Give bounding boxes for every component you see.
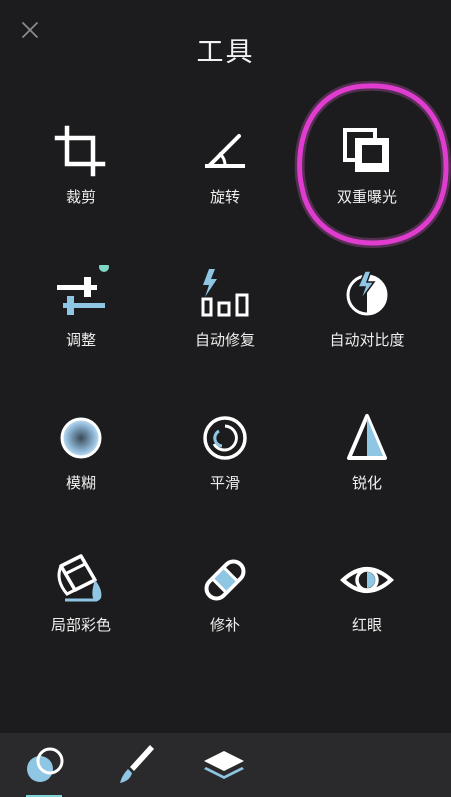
tool-rotate[interactable]: 旋转: [150, 122, 300, 242]
tool-blur[interactable]: 模糊: [6, 408, 156, 528]
tool-label: 平滑: [209, 474, 240, 492]
tool-label: 自动修复: [194, 331, 255, 349]
tools-circles-icon: [27, 747, 64, 782]
tool-label: 双重曝光: [336, 188, 397, 206]
tune-image-icon: [57, 265, 109, 315]
red-eye-icon: [340, 567, 394, 593]
brush-tab[interactable]: [104, 741, 164, 797]
tool-label: 旋转: [209, 188, 240, 206]
tool-red-eye[interactable]: 红眼: [292, 550, 442, 670]
smooth-icon: [203, 416, 247, 460]
tool-label: 裁剪: [65, 188, 96, 206]
tool-auto-contrast[interactable]: 自动对比度: [292, 265, 442, 385]
tool-label: 调整: [65, 331, 96, 349]
layers-icon: [204, 751, 244, 779]
tool-crop[interactable]: 裁剪: [6, 122, 156, 242]
tools-tab[interactable]: [14, 741, 74, 797]
crop-icon: [54, 125, 106, 177]
heal-bandage-icon: [204, 559, 246, 601]
tool-label: 红眼: [351, 616, 382, 634]
brush-icon: [120, 745, 154, 783]
layers-tab[interactable]: [194, 741, 254, 797]
tool-heal[interactable]: 修补: [150, 550, 300, 670]
tool-double-exposure[interactable]: 双重曝光: [292, 122, 442, 242]
local-color-icon: [57, 554, 102, 602]
tool-smooth[interactable]: 平滑: [150, 408, 300, 528]
tool-auto-fix[interactable]: 自动修复: [150, 265, 300, 385]
sharpen-icon: [347, 414, 387, 460]
tool-label: 局部彩色: [50, 616, 111, 634]
page-title: 工具: [196, 37, 255, 68]
tools-screen: 工具 裁剪 旋转 双重曝光 调整 自动修复 自动对比度 模糊 平滑 锐化 局部彩…: [0, 0, 451, 797]
tool-tune-image[interactable]: 调整: [6, 265, 156, 385]
auto-contrast-icon: [346, 270, 388, 316]
tool-label: 模糊: [65, 474, 96, 492]
auto-fix-icon: [201, 269, 249, 317]
tool-label: 锐化: [351, 474, 382, 492]
tool-label: 自动对比度: [329, 331, 405, 349]
blur-icon: [60, 417, 102, 459]
tool-sharpen[interactable]: 锐化: [292, 408, 442, 528]
double-exposure-icon: [343, 128, 389, 172]
bottom-tab-bar: [0, 733, 451, 797]
new-badge-dot: [99, 265, 109, 272]
tool-local-color[interactable]: 局部彩色: [6, 550, 156, 670]
tool-label: 修补: [209, 616, 240, 634]
rotate-icon: [205, 134, 245, 168]
highlight-circle-annotation: [294, 80, 451, 249]
